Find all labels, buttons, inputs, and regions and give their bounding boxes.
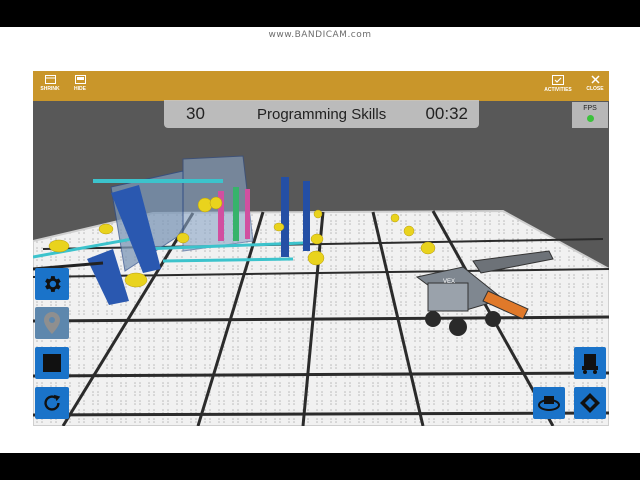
close-button[interactable]: CLOSE xyxy=(580,75,609,92)
close-icon xyxy=(590,75,600,84)
recorder-watermark: www.BANDICAM.com xyxy=(268,30,372,40)
map-pin-icon xyxy=(44,312,60,334)
shrink-icon xyxy=(44,75,56,84)
score-value: 30 xyxy=(186,104,205,123)
activities-label: ACTIVITIES xyxy=(544,87,572,93)
reset-button[interactable] xyxy=(35,387,69,419)
camera-orbit-button[interactable] xyxy=(533,387,565,419)
fps-indicator: FPS xyxy=(572,102,608,128)
activities-icon xyxy=(552,75,564,85)
fps-status-dot xyxy=(586,115,594,122)
gear-icon xyxy=(45,276,61,292)
camera-angle-icon xyxy=(580,393,600,413)
mode-title: Programming Skills xyxy=(257,106,387,123)
score-hud: 30 Programming Skills 00:32 xyxy=(164,100,479,128)
top-toolbar: SHRINK HIDE ACTIVITIES CLOSE xyxy=(33,71,609,101)
stop-icon xyxy=(43,354,61,372)
shrink-label: SHRINK xyxy=(40,86,60,92)
robot-label: VEX xyxy=(443,279,455,285)
shrink-button[interactable]: SHRINK xyxy=(35,75,65,92)
stop-button[interactable] xyxy=(35,347,69,379)
timer-value: 00:32 xyxy=(425,104,468,123)
hide-button[interactable]: HIDE xyxy=(65,75,95,92)
camera-angle-button[interactable] xyxy=(574,387,606,419)
position-button[interactable] xyxy=(35,307,69,339)
reset-icon xyxy=(44,394,61,411)
robot-view-icon xyxy=(582,354,598,374)
settings-button[interactable] xyxy=(35,268,69,300)
activities-button[interactable]: ACTIVITIES xyxy=(543,75,573,93)
camera-orbit-icon xyxy=(538,396,560,411)
hide-label: HIDE xyxy=(74,86,86,92)
robot-view-button[interactable] xyxy=(574,347,606,379)
field-viewport[interactable]: VEX xyxy=(33,101,609,426)
hide-icon xyxy=(74,75,86,84)
simulator-window: SHRINK HIDE ACTIVITIES CLOSE VEX 30 Prog… xyxy=(33,71,609,426)
fps-label: FPS xyxy=(583,105,597,112)
close-label: CLOSE xyxy=(586,86,604,92)
